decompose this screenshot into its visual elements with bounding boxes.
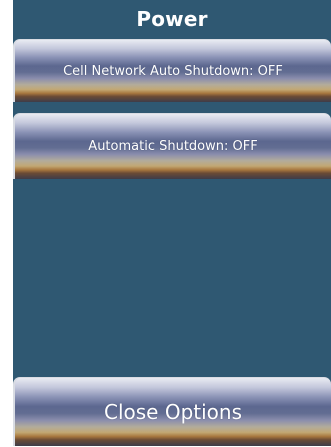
power-options-screen: Power Cell Network Auto Shutdown: OFF Au…	[0, 0, 331, 446]
page-title: Power	[136, 7, 208, 31]
automatic-shutdown-button[interactable]: Automatic Shutdown: OFF	[13, 113, 331, 179]
close-options-label: Close Options	[103, 400, 242, 424]
cell-network-auto-shutdown-label: Cell Network Auto Shutdown: OFF	[63, 64, 283, 79]
close-options-button[interactable]: Close Options	[13, 377, 331, 446]
cell-network-auto-shutdown-button[interactable]: Cell Network Auto Shutdown: OFF	[13, 39, 331, 102]
automatic-shutdown-label: Automatic Shutdown: OFF	[88, 139, 258, 154]
